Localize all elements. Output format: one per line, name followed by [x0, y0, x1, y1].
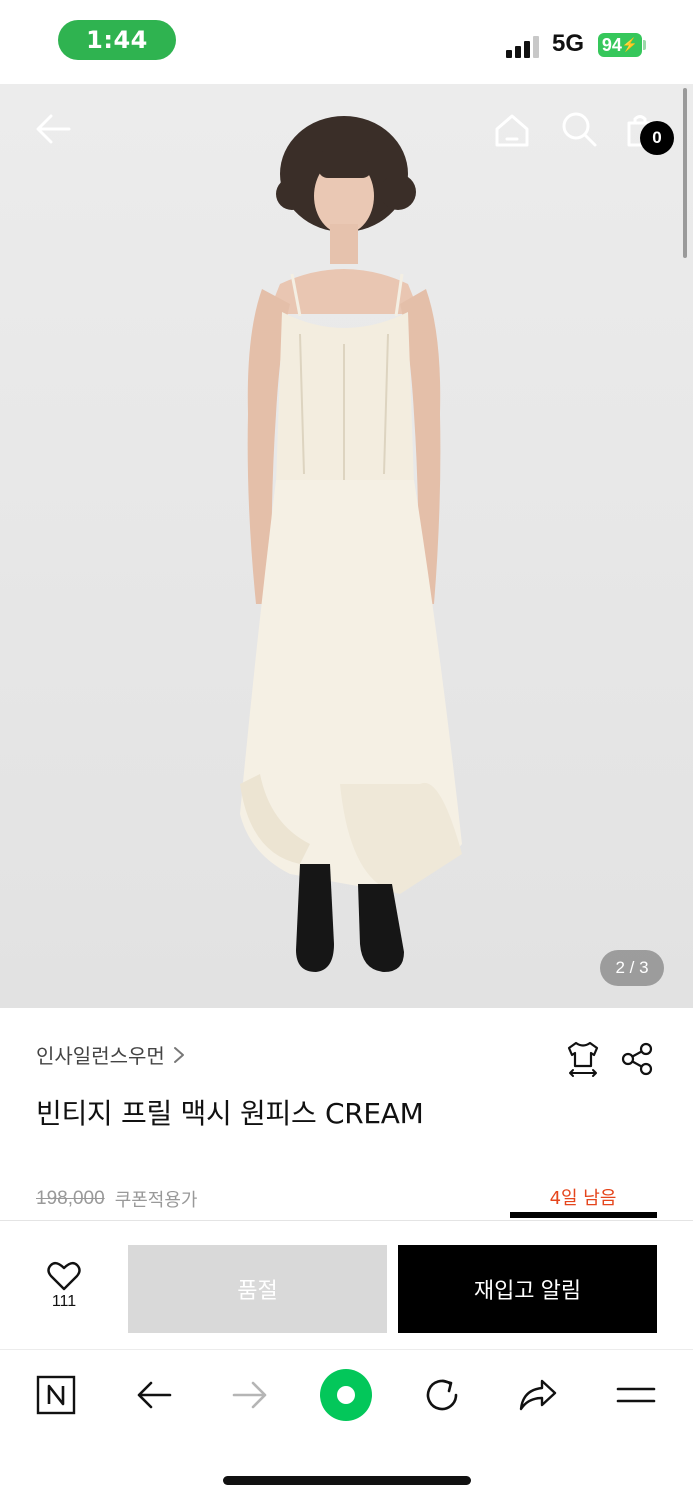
naver-green-dot-button[interactable]: [316, 1365, 376, 1425]
green-dot-icon: [320, 1369, 372, 1421]
search-button[interactable]: [556, 106, 602, 152]
chevron-right-icon: [173, 1046, 184, 1063]
hamburger-menu-icon: [616, 1387, 656, 1403]
size-guide-button[interactable]: [562, 1038, 604, 1080]
home-icon: [495, 114, 529, 147]
back-button[interactable]: [30, 106, 76, 152]
brand-link[interactable]: 인사일런스우먼: [36, 1040, 187, 1069]
browser-back-button[interactable]: [124, 1369, 184, 1421]
purchase-action-bar: 111 품절 재입고 알림: [0, 1220, 693, 1350]
heart-icon: [47, 1261, 81, 1291]
like-button[interactable]: 111: [36, 1261, 92, 1321]
status-time: 1:44: [58, 20, 176, 60]
battery-level: 94: [601, 34, 622, 55]
naver-n-icon: [36, 1375, 76, 1415]
price-row: 198,000 쿠폰적용가: [36, 1186, 198, 1212]
status-bar: 1:44 5G 94 ⚡: [0, 0, 693, 84]
battery-icon: 94 ⚡: [598, 33, 642, 57]
coupon-price-label: 쿠폰적용가: [114, 1190, 198, 1211]
browser-forward-button[interactable]: [220, 1369, 280, 1421]
restock-alert-button[interactable]: 재입고 알림: [398, 1245, 657, 1333]
scroll-indicator[interactable]: [683, 88, 687, 258]
brand-name: 인사일런스우먼: [36, 1044, 165, 1068]
arrow-right-icon: [232, 1381, 267, 1409]
share-arrow-icon: [519, 1379, 557, 1411]
days-left-label: 4일 남음: [549, 1188, 617, 1209]
share-page-button[interactable]: [508, 1369, 568, 1421]
home-button[interactable]: [490, 108, 534, 152]
original-price: 198,000: [36, 1188, 105, 1209]
battery-tip: [643, 40, 646, 50]
cart-count-badge: 0: [640, 121, 674, 155]
soldout-button[interactable]: 품절: [128, 1245, 387, 1333]
naver-home-button[interactable]: [26, 1369, 86, 1421]
product-image[interactable]: [0, 84, 693, 1008]
product-title: 빈티지 프릴 맥시 원피스 CREAM: [36, 1097, 424, 1130]
network-type: 5G: [552, 30, 585, 57]
model-photo: [240, 116, 462, 972]
days-left-bar: [510, 1212, 657, 1218]
arrow-left-icon: [137, 1381, 172, 1409]
shirt-size-icon: [567, 1041, 599, 1077]
signal-icon: [506, 34, 542, 58]
refresh-button[interactable]: [412, 1369, 472, 1421]
share-button[interactable]: [616, 1038, 658, 1080]
arrow-left-icon: [36, 114, 71, 144]
menu-button[interactable]: [606, 1369, 666, 1421]
like-count: 111: [51, 1293, 77, 1310]
search-icon: [562, 112, 597, 147]
refresh-icon: [426, 1379, 458, 1411]
share-icon: [621, 1042, 653, 1076]
image-counter: 2 / 3: [600, 950, 664, 986]
home-indicator[interactable]: [223, 1476, 471, 1485]
